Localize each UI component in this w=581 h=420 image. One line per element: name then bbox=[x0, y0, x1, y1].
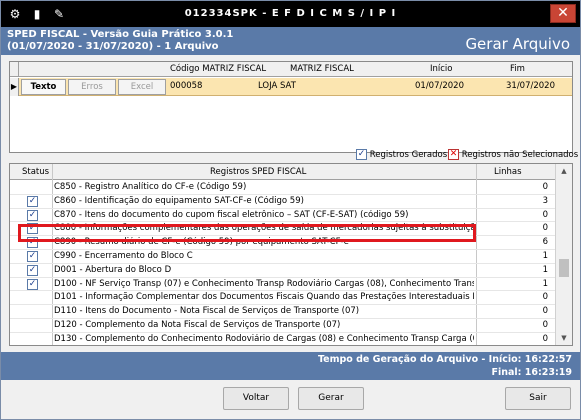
cell-codigo: 000058 bbox=[170, 81, 203, 91]
voltar-button[interactable]: Voltar bbox=[223, 387, 289, 410]
main-window: ⚙ ▮ ✎ 012334SPK - E F D I C M S / I P I … bbox=[0, 0, 581, 420]
records-scrollbar[interactable]: ▲ ▼ bbox=[555, 164, 572, 345]
close-button[interactable]: ✕ bbox=[550, 4, 576, 23]
record-description: C860 - Identificação do equipamento SAT-… bbox=[54, 195, 304, 206]
checkbox-crossed-icon: ✕ bbox=[448, 149, 459, 160]
record-lines: 0 bbox=[542, 306, 548, 317]
record-description: D100 - NF Serviço Transp (07) e Conhecim… bbox=[54, 278, 474, 289]
record-lines: 0 bbox=[542, 223, 548, 234]
header-action: Gerar Arquivo bbox=[465, 35, 570, 53]
files-grid-header: Código MATRIZ FISCAL MATRIZ FISCAL Iníci… bbox=[10, 62, 572, 77]
col-linhas: Linhas bbox=[494, 167, 522, 177]
cell-fim: 31/07/2020 bbox=[506, 81, 555, 91]
records-grid: Status Registros SPED FISCAL Linhas C850… bbox=[9, 163, 573, 346]
files-grid: Código MATRIZ FISCAL MATRIZ FISCAL Iníci… bbox=[9, 61, 573, 153]
status-checkbox[interactable]: ✓ bbox=[27, 209, 38, 221]
scroll-thumb[interactable] bbox=[559, 259, 569, 277]
scroll-down-icon[interactable]: ▼ bbox=[556, 331, 572, 345]
table-row[interactable]: ✓ D100 - NF Serviço Transp (07) e Conheci… bbox=[10, 278, 555, 292]
legend-not-selected-label: Registros não Selecionados bbox=[461, 150, 579, 160]
title-bar: ⚙ ▮ ✎ 012334SPK - E F D I C M S / I P I … bbox=[1, 1, 580, 27]
record-lines: 0 bbox=[542, 292, 548, 303]
excel-button[interactable]: Excel bbox=[118, 79, 166, 95]
record-lines: 0 bbox=[542, 319, 548, 330]
window-title: 012334SPK - E F D I C M S / I P I bbox=[184, 8, 397, 19]
gerar-button[interactable]: Gerar bbox=[298, 387, 364, 410]
legend-generated-label: Registros Gerados bbox=[369, 150, 448, 160]
highlight-box bbox=[18, 224, 476, 242]
table-row[interactable]: D120 - Complemento da Nota Fiscal de Ser… bbox=[10, 319, 555, 333]
record-lines: 0 bbox=[542, 209, 548, 220]
sair-button[interactable]: Sair bbox=[505, 387, 571, 410]
records-grid-header: Status Registros SPED FISCAL Linhas bbox=[10, 164, 555, 180]
record-description: D101 - Informação Complementar dos Docum… bbox=[54, 292, 474, 303]
col-status: Status bbox=[22, 167, 50, 177]
row-pointer-icon: ▶ bbox=[10, 78, 19, 96]
erros-button[interactable]: Erros bbox=[68, 79, 116, 95]
record-description: D120 - Complemento da Nota Fiscal de Ser… bbox=[54, 319, 341, 330]
col-fim: Fim bbox=[510, 64, 525, 74]
col-matriz: MATRIZ FISCAL bbox=[290, 64, 354, 74]
record-lines: 1 bbox=[542, 278, 548, 289]
legend-not-selected: ✕ Registros não Selecionados bbox=[448, 149, 578, 160]
record-lines: 0 bbox=[542, 333, 548, 344]
record-lines: 6 bbox=[542, 237, 548, 248]
status-end: Final: 16:23:19 bbox=[491, 367, 572, 378]
table-row[interactable]: ✓ D001 - Abertura do Bloco D 1 bbox=[10, 264, 555, 278]
record-description: C870 - Itens do documento do cupom fisca… bbox=[54, 209, 409, 220]
scroll-up-icon[interactable]: ▲ bbox=[556, 164, 572, 178]
status-start: Tempo de Geração do Arquivo - Início: 16… bbox=[317, 354, 572, 365]
record-description: D130 - Complemento do Conhecimento Rodov… bbox=[54, 333, 474, 344]
record-description: C990 - Encerramento do Bloco C bbox=[54, 250, 193, 261]
status-checkbox[interactable]: ✓ bbox=[27, 278, 38, 290]
table-row[interactable]: D101 - Informação Complementar dos Docum… bbox=[10, 291, 555, 306]
col-codigo: Código MATRIZ FISCAL bbox=[170, 64, 267, 74]
records-list: C850 - Registro Analítico do CF-e (Códig… bbox=[10, 181, 555, 345]
texto-button[interactable]: Texto bbox=[21, 79, 66, 95]
header-subtitle: (01/07/2020 - 31/07/2020) - 1 Arquivo bbox=[7, 41, 219, 52]
status-checkbox[interactable]: ✓ bbox=[27, 195, 38, 207]
record-lines: 1 bbox=[542, 250, 548, 261]
legend-generated: ✓ Registros Gerados bbox=[356, 149, 447, 160]
table-row[interactable]: ✓ C870 - Itens do documento do cupom fisc… bbox=[10, 209, 555, 223]
record-lines: 3 bbox=[542, 195, 548, 206]
table-row[interactable]: C850 - Registro Analítico do CF-e (Códig… bbox=[10, 181, 555, 195]
record-lines: 1 bbox=[542, 264, 548, 275]
checkbox-checked-icon: ✓ bbox=[356, 149, 367, 160]
col-registros: Registros SPED FISCAL bbox=[210, 167, 307, 177]
cell-matriz: LOJA SAT bbox=[258, 81, 296, 91]
header-banner: SPED FISCAL - Versão Guia Prático 3.0.1 … bbox=[1, 27, 580, 55]
status-checkbox[interactable]: ✓ bbox=[27, 250, 38, 262]
record-description: D001 - Abertura do Bloco D bbox=[54, 264, 172, 275]
table-row[interactable]: D130 - Complemento do Conhecimento Rodov… bbox=[10, 333, 555, 345]
header-title: SPED FISCAL - Versão Guia Prático 3.0.1 bbox=[7, 29, 234, 40]
record-description: D110 - Itens do Documento - Nota Fiscal … bbox=[54, 306, 360, 317]
status-bar: Tempo de Geração do Arquivo - Início: 16… bbox=[1, 352, 580, 380]
table-row[interactable]: ✓ C860 - Identificação do equipamento SAT… bbox=[10, 195, 555, 209]
status-checkbox[interactable]: ✓ bbox=[27, 264, 38, 276]
record-description: C850 - Registro Analítico do CF-e (Códig… bbox=[54, 182, 247, 192]
file-row[interactable]: ▶ Texto Erros Excel 000058 LOJA SAT 01/0… bbox=[10, 78, 572, 96]
table-row[interactable]: D110 - Itens do Documento - Nota Fiscal … bbox=[10, 305, 555, 319]
table-row[interactable]: ✓ C990 - Encerramento do Bloco C 1 bbox=[10, 250, 555, 264]
cell-inicio: 01/07/2020 bbox=[415, 81, 464, 91]
record-lines: 0 bbox=[542, 182, 548, 192]
col-inicio: Início bbox=[430, 64, 453, 74]
